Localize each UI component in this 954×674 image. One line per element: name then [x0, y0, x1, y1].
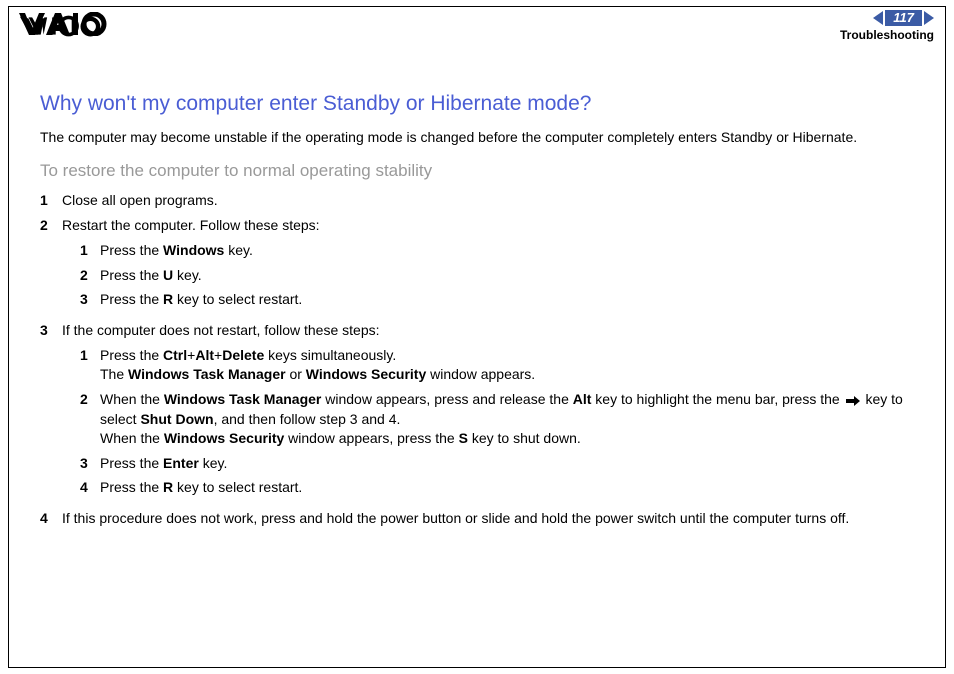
key-name: Windows	[163, 242, 224, 258]
text: When the	[100, 391, 164, 407]
step-text: If the computer does not restart, follow…	[62, 322, 380, 338]
text: Press the	[100, 242, 163, 258]
text: Press the	[100, 455, 163, 471]
key-name: Shut Down	[140, 411, 213, 427]
key-name: Windows Task Manager	[128, 366, 286, 382]
key-name: Alt	[195, 347, 214, 363]
text: Press the	[100, 347, 163, 363]
step-number: 2	[80, 390, 100, 448]
section-label: Troubleshooting	[840, 28, 934, 42]
page-title: Why won't my computer enter Standby or H…	[40, 92, 934, 116]
right-arrow-icon	[846, 391, 860, 410]
text: key.	[173, 267, 202, 283]
step-number: 3	[80, 290, 100, 309]
step-number: 3	[80, 454, 100, 473]
key-name: U	[163, 267, 173, 283]
step-body: Press the R key to select restart.	[100, 290, 934, 309]
text: Press the	[100, 267, 163, 283]
key-name: S	[459, 430, 468, 446]
key-name: Ctrl	[163, 347, 187, 363]
text: key.	[199, 455, 228, 471]
text: , and then follow step 3 and 4.	[214, 411, 401, 427]
key-name: Windows Task Manager	[164, 391, 322, 407]
step-number: 2	[40, 216, 62, 316]
key-name: Enter	[163, 455, 199, 471]
list-item: 3 If the computer does not restart, foll…	[40, 321, 934, 503]
steps-list: 1 Close all open programs. 2 Restart the…	[40, 191, 934, 528]
text: key to select restart.	[173, 479, 302, 495]
subtitle: To restore the computer to normal operat…	[40, 161, 934, 181]
step-number: 1	[80, 346, 100, 384]
step-body: If the computer does not restart, follow…	[62, 321, 934, 503]
text: When the	[100, 430, 164, 446]
text: key to select restart.	[173, 291, 302, 307]
key-name: R	[163, 291, 173, 307]
list-item: 4 If this procedure does not work, press…	[40, 509, 934, 528]
step-number: 2	[80, 266, 100, 285]
step-body: Restart the computer. Follow these steps…	[62, 216, 934, 316]
list-item: 3 Press the Enter key.	[80, 454, 934, 473]
text: keys simultaneously.	[264, 347, 396, 363]
step-body: Press the Enter key.	[100, 454, 934, 473]
vaio-logo-text	[18, 12, 110, 43]
list-item: 2 When the Windows Task Manager window a…	[80, 390, 934, 448]
key-name: Windows Security	[164, 430, 284, 446]
nested-list: 1 Press the Windows key. 2 Press the U k…	[80, 241, 934, 310]
step-body: When the Windows Task Manager window app…	[100, 390, 934, 448]
page-number: 117	[885, 10, 922, 26]
step-body: Press the Ctrl+Alt+Delete keys simultane…	[100, 346, 934, 384]
list-item: 1 Press the Ctrl+Alt+Delete keys simulta…	[80, 346, 934, 384]
text: +	[214, 347, 222, 363]
key-name: Windows Security	[306, 366, 426, 382]
list-item: 2 Restart the computer. Follow these ste…	[40, 216, 934, 316]
step-body: Close all open programs.	[62, 191, 934, 210]
list-item: 3 Press the R key to select restart.	[80, 290, 934, 309]
key-name: R	[163, 479, 173, 495]
text: key to highlight the menu bar, press the	[591, 391, 843, 407]
text: key to shut down.	[468, 430, 581, 446]
page-header: 117 Troubleshooting	[0, 0, 954, 50]
text: window appears, press the	[284, 430, 458, 446]
step-body: Press the U key.	[100, 266, 934, 285]
list-item: 1 Close all open programs.	[40, 191, 934, 210]
nav-prev-icon[interactable]	[873, 11, 883, 25]
list-item: 1 Press the Windows key.	[80, 241, 934, 260]
step-number: 4	[40, 509, 62, 528]
text: Press the	[100, 479, 163, 495]
text: window appears, press and release the	[321, 391, 572, 407]
nav-next-icon[interactable]	[924, 11, 934, 25]
text: The	[100, 366, 128, 382]
step-body: Press the Windows key.	[100, 241, 934, 260]
step-text: Restart the computer. Follow these steps…	[62, 217, 320, 233]
text: Press the	[100, 291, 163, 307]
content: Why won't my computer enter Standby or H…	[40, 92, 934, 534]
step-body: If this procedure does not work, press a…	[62, 509, 934, 528]
page-nav: 117	[873, 10, 934, 26]
text: key.	[224, 242, 253, 258]
text: or	[286, 366, 306, 382]
list-item: 4 Press the R key to select restart.	[80, 478, 934, 497]
step-number: 3	[40, 321, 62, 503]
nested-list: 1 Press the Ctrl+Alt+Delete keys simulta…	[80, 346, 934, 497]
key-name: Delete	[222, 347, 264, 363]
step-number: 4	[80, 478, 100, 497]
intro-text: The computer may become unstable if the …	[40, 128, 934, 147]
step-number: 1	[40, 191, 62, 210]
key-name: Alt	[573, 391, 592, 407]
text: window appears.	[426, 366, 535, 382]
step-body: Press the R key to select restart.	[100, 478, 934, 497]
step-number: 1	[80, 241, 100, 260]
list-item: 2 Press the U key.	[80, 266, 934, 285]
